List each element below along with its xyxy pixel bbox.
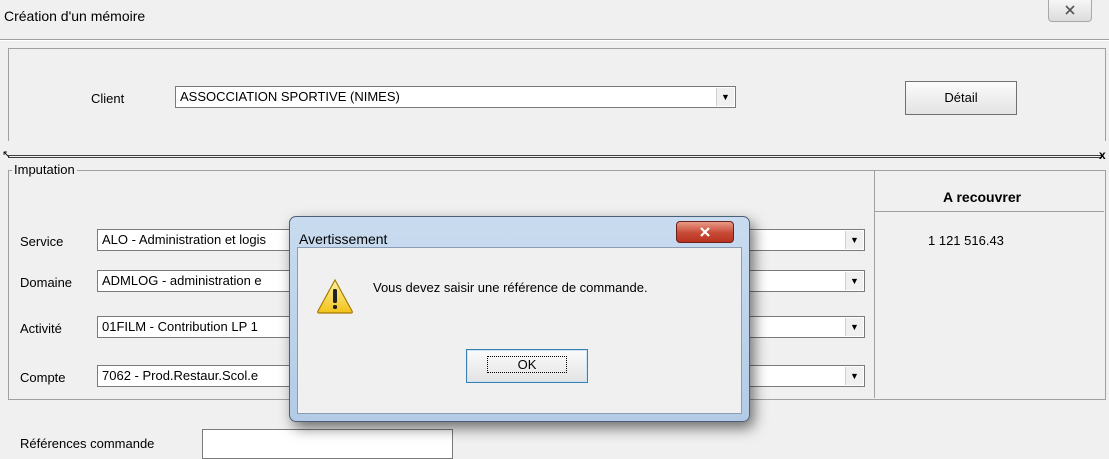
ok-button[interactable]: OK [466,349,588,383]
compte-label: Compte [20,370,66,385]
service-label: Service [20,234,64,249]
splitter-bar[interactable] [8,155,1102,158]
chevron-down-icon[interactable]: ▼ [845,318,863,336]
dialog-message: Vous devez saisir une référence de comma… [373,280,648,295]
service-combo-value: ALO - Administration et logis [102,232,267,247]
dialog-close-button[interactable] [676,221,734,243]
window-close-button[interactable] [1048,0,1092,22]
domaine-combo-value: ADMLOG - administration e [102,273,262,288]
client-label: Client [91,91,125,106]
dialog-body: Vous devez saisir une référence de comma… [297,247,742,414]
chevron-down-icon[interactable]: ▼ [845,231,863,249]
ok-button-label: OK [486,356,568,373]
close-icon [700,227,710,237]
detail-button[interactable]: Détail [905,81,1017,115]
chevron-down-icon[interactable]: ▼ [845,272,863,290]
domaine-label: Domaine [20,275,73,290]
warning-dialog: Avertissement Vous devez saisir une réfé… [289,216,750,422]
dialog-title: Avertissement [299,231,388,247]
splitter-close-icon[interactable]: x [1099,148,1106,162]
imputation-legend: Imputation [12,162,77,177]
window-title: Création d'un mémoire [4,8,146,24]
chevron-down-icon[interactable]: ▼ [716,88,734,106]
recouvrer-value: 1 121 516.43 [928,233,1004,248]
activite-label: Activité [20,321,62,336]
compte-combo-value: 7062 - Prod.Restaur.Scol.e [102,368,259,383]
warning-icon [317,278,353,314]
client-combo[interactable]: ASSOCCIATION SPORTIVE (NIMES) ▼ [175,86,736,108]
client-combo-value: ASSOCCIATION SPORTIVE (NIMES) [180,89,400,104]
recouvrer-header: A recouvrer [943,189,1022,205]
chevron-down-icon[interactable]: ▼ [845,367,863,385]
references-label: Références commande [20,436,155,451]
close-icon [1065,5,1075,15]
activite-combo-value: 01FILM - Contribution LP 1 [102,319,258,334]
